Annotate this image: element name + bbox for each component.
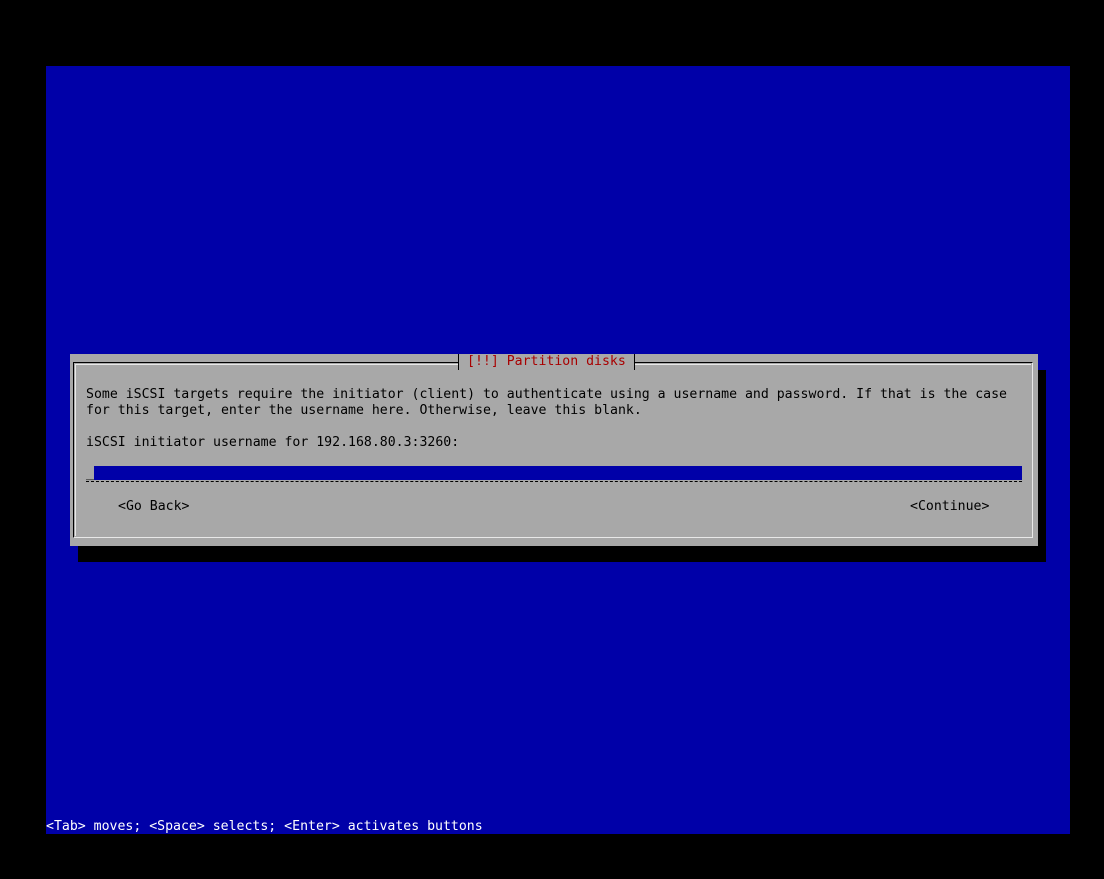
username-prompt: iSCSI initiator username for 192.168.80.… — [86, 435, 460, 450]
keyboard-hint: <Tab> moves; <Space> selects; <Enter> ac… — [46, 819, 483, 834]
partition-disks-dialog: [!!] Partition disks Some iSCSI targets … — [70, 354, 1038, 546]
go-back-button[interactable]: <Go Back> — [118, 499, 189, 515]
description-line-2: for this target, enter the username here… — [86, 403, 642, 418]
dialog-title: [!!] Partition disks — [458, 354, 635, 370]
continue-button[interactable]: <Continue> — [910, 499, 989, 515]
text-cursor: _ — [86, 466, 94, 481]
description-line-1: Some iSCSI targets require the initiator… — [86, 387, 1007, 402]
username-input[interactable] — [94, 466, 1022, 480]
